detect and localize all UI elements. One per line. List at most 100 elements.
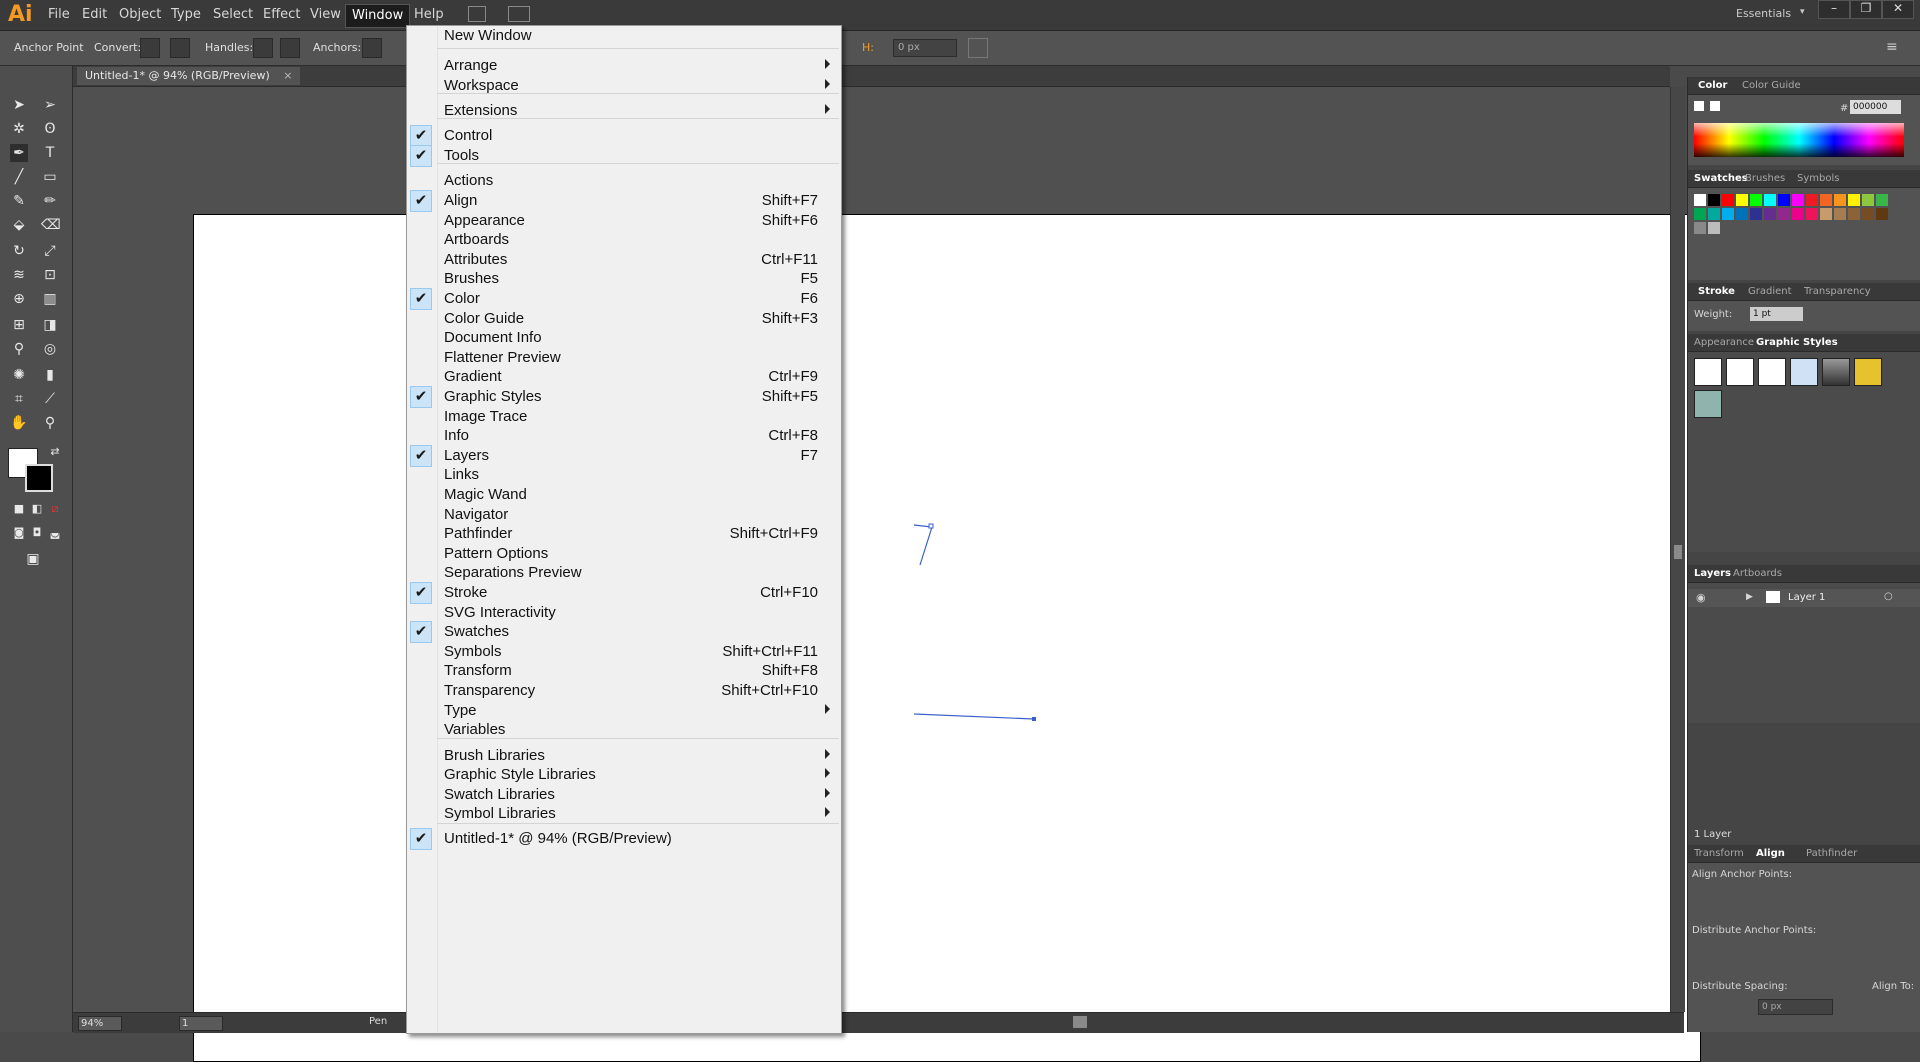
tab-color-guide[interactable]: Color Guide: [1742, 80, 1801, 91]
menu-edit[interactable]: Edit: [82, 7, 107, 22]
menu-item-untitled-1-94-rgb-preview[interactable]: ✔ Untitled-1* @ 94% (RGB/Preview): [407, 827, 841, 851]
color-mode-icon[interactable]: ■: [10, 500, 28, 518]
spacing-input[interactable]: 0 px: [1758, 999, 1833, 1015]
vertical-scrollbar[interactable]: [1670, 87, 1685, 1012]
draw-normal-icon[interactable]: ◙: [10, 524, 28, 542]
swatch[interactable]: [1750, 194, 1762, 206]
swatch[interactable]: [1876, 208, 1888, 220]
graphic-style-4[interactable]: [1790, 358, 1818, 386]
tab-appearance[interactable]: Appearance: [1694, 337, 1754, 348]
swatch[interactable]: [1708, 208, 1720, 220]
swatch[interactable]: [1736, 208, 1748, 220]
expand-triangle-icon[interactable]: ▶: [1746, 592, 1753, 602]
selection-tool-icon[interactable]: ➤: [10, 96, 28, 114]
close-tab-icon[interactable]: ×: [283, 69, 292, 82]
menu-item-extensions[interactable]: Extensions: [407, 99, 841, 123]
mesh-tool-icon[interactable]: ⊞: [10, 316, 28, 334]
swatch[interactable]: [1722, 194, 1734, 206]
free-transform-tool-icon[interactable]: ⊡: [41, 266, 59, 284]
hide-handles-icon[interactable]: [280, 38, 300, 58]
menu-item-tools[interactable]: ✔ Tools: [407, 144, 841, 168]
color-spectrum[interactable]: [1694, 123, 1904, 157]
swatch[interactable]: [1694, 208, 1706, 220]
paintbrush-tool-icon[interactable]: ✎: [10, 192, 28, 210]
swatch[interactable]: [1792, 208, 1804, 220]
tab-transparency[interactable]: Transparency: [1804, 286, 1871, 297]
layer-row[interactable]: ◉ ▶ Layer 1 ○: [1688, 589, 1920, 607]
swatch[interactable]: [1722, 208, 1734, 220]
zoom-level[interactable]: 94%: [78, 1016, 122, 1031]
hex-input[interactable]: 000000: [1850, 100, 1901, 114]
swatch[interactable]: [1736, 194, 1748, 206]
graphic-style-default[interactable]: [1694, 358, 1722, 386]
artboard-number[interactable]: 1: [179, 1016, 223, 1031]
menu-type[interactable]: Type: [171, 7, 201, 22]
swatch[interactable]: [1764, 194, 1776, 206]
perspective-grid-tool-icon[interactable]: ▥: [41, 290, 59, 308]
swatch[interactable]: [1792, 194, 1804, 206]
swatch[interactable]: [1750, 208, 1762, 220]
white-color-icon[interactable]: [1710, 101, 1720, 111]
swatch[interactable]: [1708, 222, 1720, 234]
graphic-style-2[interactable]: [1726, 358, 1754, 386]
zoom-tool-icon[interactable]: ⚲: [41, 414, 59, 432]
artboard-tool-icon[interactable]: ⌗: [10, 390, 28, 408]
swap-fill-stroke-icon[interactable]: ⇄: [46, 443, 64, 461]
pencil-tool-icon[interactable]: ✏: [41, 192, 59, 210]
graph-tool-icon[interactable]: ▮: [41, 366, 59, 384]
swatch[interactable]: [1806, 208, 1818, 220]
tab-color[interactable]: Color: [1698, 80, 1727, 91]
show-handles-icon[interactable]: [253, 38, 273, 58]
layer-name[interactable]: Layer 1: [1788, 592, 1825, 603]
swatch[interactable]: [1834, 194, 1846, 206]
tab-transform[interactable]: Transform: [1694, 848, 1744, 859]
convert-smooth-icon[interactable]: [170, 38, 190, 58]
menu-item-workspace[interactable]: Workspace: [407, 74, 841, 98]
swatch[interactable]: [1848, 194, 1860, 206]
eyedropper-tool-icon[interactable]: ⚲: [10, 340, 28, 358]
swatch[interactable]: [1820, 208, 1832, 220]
hand-tool-icon[interactable]: ✋: [10, 414, 28, 432]
swatch[interactable]: [1862, 194, 1874, 206]
document-tab[interactable]: Untitled-1* @ 94% (RGB/Preview) ×: [77, 67, 301, 85]
screen-mode-icon[interactable]: ▣: [24, 550, 42, 568]
none-color-icon[interactable]: [1694, 101, 1704, 111]
line-tool-icon[interactable]: ╱: [10, 168, 28, 186]
target-circle-icon[interactable]: ○: [1884, 591, 1893, 602]
scroll-thumb[interactable]: [1674, 545, 1682, 559]
canvas[interactable]: [73, 87, 1701, 1062]
tab-symbols[interactable]: Symbols: [1797, 173, 1839, 184]
remove-anchor-icon[interactable]: [362, 38, 382, 58]
type-tool-icon[interactable]: T: [41, 144, 59, 162]
tab-layers[interactable]: Layers: [1694, 568, 1731, 579]
direct-selection-tool-icon[interactable]: ➢: [41, 96, 59, 114]
tab-swatches[interactable]: Swatches: [1694, 173, 1748, 184]
blend-tool-icon[interactable]: ◎: [41, 340, 59, 358]
tab-stroke[interactable]: Stroke: [1698, 286, 1735, 297]
tab-pathfinder[interactable]: Pathfinder: [1806, 848, 1857, 859]
convert-corner-icon[interactable]: [140, 38, 160, 58]
symbol-sprayer-tool-icon[interactable]: ✺: [10, 366, 28, 384]
draw-inside-icon[interactable]: ◛: [46, 524, 64, 542]
arrange-documents-icon[interactable]: [508, 6, 530, 22]
menu-select[interactable]: Select: [213, 7, 253, 22]
graphic-style-5[interactable]: [1822, 358, 1850, 386]
swatch[interactable]: [1862, 208, 1874, 220]
blob-brush-tool-icon[interactable]: ⬙: [10, 216, 28, 234]
magic-wand-tool-icon[interactable]: ✲: [10, 120, 28, 138]
gradient-mode-icon[interactable]: ◧: [28, 500, 46, 518]
swatch[interactable]: [1694, 222, 1706, 234]
restore-button[interactable]: ❐: [1850, 0, 1882, 19]
swatch[interactable]: [1820, 194, 1832, 206]
stroke-swatch[interactable]: [25, 464, 53, 492]
none-mode-icon[interactable]: ⧄: [46, 500, 64, 518]
menu-object[interactable]: Object: [119, 7, 161, 22]
tab-align[interactable]: Align: [1756, 848, 1785, 859]
rotate-tool-icon[interactable]: ↻: [10, 242, 28, 260]
close-window-button[interactable]: ✕: [1882, 0, 1914, 19]
tab-brushes[interactable]: Brushes: [1745, 173, 1785, 184]
slice-tool-icon[interactable]: ⟋: [41, 390, 59, 408]
pen-tool-icon[interactable]: ✒: [10, 144, 28, 162]
swatch[interactable]: [1778, 208, 1790, 220]
workspace-switcher[interactable]: Essentials: [1736, 7, 1791, 20]
